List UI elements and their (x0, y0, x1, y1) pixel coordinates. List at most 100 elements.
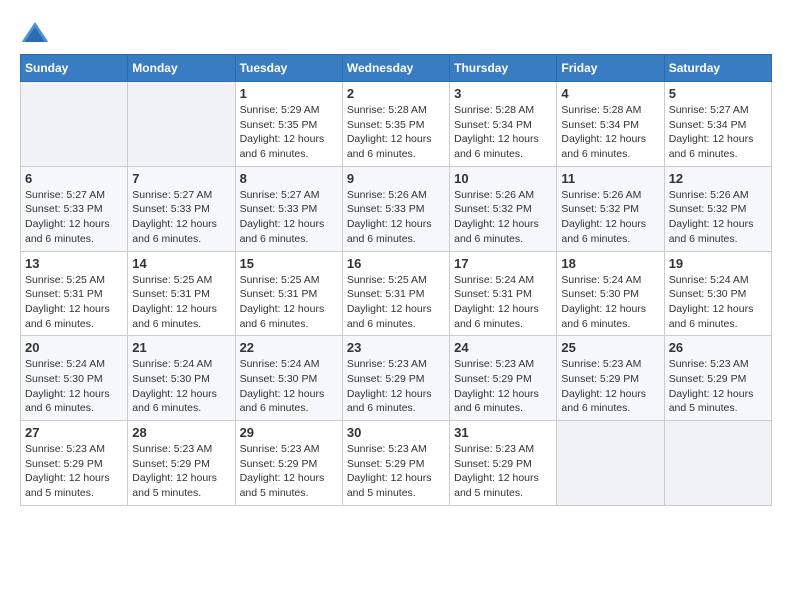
day-info: Sunrise: 5:29 AM Sunset: 5:35 PM Dayligh… (240, 103, 338, 162)
day-info: Sunrise: 5:23 AM Sunset: 5:29 PM Dayligh… (561, 357, 659, 416)
calendar-cell: 28 Sunrise: 5:23 AM Sunset: 5:29 PM Dayli… (128, 421, 235, 506)
day-info: Sunrise: 5:26 AM Sunset: 5:32 PM Dayligh… (561, 188, 659, 247)
calendar-cell: 7 Sunrise: 5:27 AM Sunset: 5:33 PM Daylig… (128, 166, 235, 251)
day-info: Sunrise: 5:26 AM Sunset: 5:32 PM Dayligh… (669, 188, 767, 247)
calendar-cell: 6 Sunrise: 5:27 AM Sunset: 5:33 PM Daylig… (21, 166, 128, 251)
day-number: 16 (347, 256, 445, 271)
calendar-cell: 8 Sunrise: 5:27 AM Sunset: 5:33 PM Daylig… (235, 166, 342, 251)
calendar-cell: 16 Sunrise: 5:25 AM Sunset: 5:31 PM Dayli… (342, 251, 449, 336)
day-number: 22 (240, 340, 338, 355)
day-info: Sunrise: 5:26 AM Sunset: 5:33 PM Dayligh… (347, 188, 445, 247)
day-number: 15 (240, 256, 338, 271)
day-number: 12 (669, 171, 767, 186)
calendar-cell: 22 Sunrise: 5:24 AM Sunset: 5:30 PM Dayli… (235, 336, 342, 421)
day-number: 3 (454, 86, 552, 101)
day-info: Sunrise: 5:23 AM Sunset: 5:29 PM Dayligh… (347, 442, 445, 501)
day-info: Sunrise: 5:25 AM Sunset: 5:31 PM Dayligh… (132, 273, 230, 332)
day-number: 26 (669, 340, 767, 355)
calendar-cell: 10 Sunrise: 5:26 AM Sunset: 5:32 PM Dayli… (450, 166, 557, 251)
calendar-week-row: 13 Sunrise: 5:25 AM Sunset: 5:31 PM Dayli… (21, 251, 772, 336)
calendar-cell: 25 Sunrise: 5:23 AM Sunset: 5:29 PM Dayli… (557, 336, 664, 421)
day-number: 11 (561, 171, 659, 186)
calendar-cell: 9Sunrise: 5:26 AM Sunset: 5:33 PM Daylig… (342, 166, 449, 251)
day-info: Sunrise: 5:24 AM Sunset: 5:31 PM Dayligh… (454, 273, 552, 332)
day-info: Sunrise: 5:24 AM Sunset: 5:30 PM Dayligh… (132, 357, 230, 416)
day-info: Sunrise: 5:23 AM Sunset: 5:29 PM Dayligh… (454, 442, 552, 501)
calendar-week-row: 20 Sunrise: 5:24 AM Sunset: 5:30 PM Dayli… (21, 336, 772, 421)
day-info: Sunrise: 5:23 AM Sunset: 5:29 PM Dayligh… (347, 357, 445, 416)
calendar-cell: 15 Sunrise: 5:25 AM Sunset: 5:31 PM Dayli… (235, 251, 342, 336)
day-number: 21 (132, 340, 230, 355)
day-number: 6 (25, 171, 123, 186)
weekday-header: Tuesday (235, 55, 342, 82)
weekday-header: Thursday (450, 55, 557, 82)
day-info: Sunrise: 5:23 AM Sunset: 5:29 PM Dayligh… (454, 357, 552, 416)
day-info: Sunrise: 5:24 AM Sunset: 5:30 PM Dayligh… (240, 357, 338, 416)
day-number: 17 (454, 256, 552, 271)
day-number: 7 (132, 171, 230, 186)
logo (20, 20, 54, 44)
calendar-week-row: 6 Sunrise: 5:27 AM Sunset: 5:33 PM Daylig… (21, 166, 772, 251)
calendar-cell: 12 Sunrise: 5:26 AM Sunset: 5:32 PM Dayli… (664, 166, 771, 251)
day-info: Sunrise: 5:24 AM Sunset: 5:30 PM Dayligh… (669, 273, 767, 332)
calendar-cell (21, 82, 128, 167)
calendar-cell: 24 Sunrise: 5:23 AM Sunset: 5:29 PM Dayli… (450, 336, 557, 421)
day-info: Sunrise: 5:27 AM Sunset: 5:34 PM Dayligh… (669, 103, 767, 162)
weekday-header: Wednesday (342, 55, 449, 82)
calendar-cell: 21 Sunrise: 5:24 AM Sunset: 5:30 PM Dayli… (128, 336, 235, 421)
calendar-cell: 17 Sunrise: 5:24 AM Sunset: 5:31 PM Dayli… (450, 251, 557, 336)
calendar-cell (557, 421, 664, 506)
day-info: Sunrise: 5:27 AM Sunset: 5:33 PM Dayligh… (132, 188, 230, 247)
day-info: Sunrise: 5:28 AM Sunset: 5:35 PM Dayligh… (347, 103, 445, 162)
day-info: Sunrise: 5:23 AM Sunset: 5:29 PM Dayligh… (669, 357, 767, 416)
day-info: Sunrise: 5:25 AM Sunset: 5:31 PM Dayligh… (347, 273, 445, 332)
day-info: Sunrise: 5:24 AM Sunset: 5:30 PM Dayligh… (25, 357, 123, 416)
calendar-cell: 29 Sunrise: 5:23 AM Sunset: 5:29 PM Dayli… (235, 421, 342, 506)
day-number: 14 (132, 256, 230, 271)
day-number: 1 (240, 86, 338, 101)
day-info: Sunrise: 5:23 AM Sunset: 5:29 PM Dayligh… (132, 442, 230, 501)
calendar-cell (128, 82, 235, 167)
day-info: Sunrise: 5:23 AM Sunset: 5:29 PM Dayligh… (25, 442, 123, 501)
day-number: 4 (561, 86, 659, 101)
day-info: Sunrise: 5:26 AM Sunset: 5:32 PM Dayligh… (454, 188, 552, 247)
calendar-cell: 26 Sunrise: 5:23 AM Sunset: 5:29 PM Dayli… (664, 336, 771, 421)
day-number: 24 (454, 340, 552, 355)
day-number: 8 (240, 171, 338, 186)
page-header (20, 20, 772, 44)
day-number: 29 (240, 425, 338, 440)
day-number: 28 (132, 425, 230, 440)
calendar-cell: 13Sunrise: 5:25 AM Sunset: 5:31 PM Dayli… (21, 251, 128, 336)
calendar-cell: 11 Sunrise: 5:26 AM Sunset: 5:32 PM Dayli… (557, 166, 664, 251)
day-info: Sunrise: 5:28 AM Sunset: 5:34 PM Dayligh… (561, 103, 659, 162)
day-number: 25 (561, 340, 659, 355)
day-number: 2 (347, 86, 445, 101)
calendar-cell: 14 Sunrise: 5:25 AM Sunset: 5:31 PM Dayli… (128, 251, 235, 336)
calendar-cell: 3 Sunrise: 5:28 AM Sunset: 5:34 PM Daylig… (450, 82, 557, 167)
day-info: Sunrise: 5:27 AM Sunset: 5:33 PM Dayligh… (240, 188, 338, 247)
calendar-cell: 27Sunrise: 5:23 AM Sunset: 5:29 PM Dayli… (21, 421, 128, 506)
calendar-cell: 23 Sunrise: 5:23 AM Sunset: 5:29 PM Dayli… (342, 336, 449, 421)
day-number: 30 (347, 425, 445, 440)
weekday-header: Friday (557, 55, 664, 82)
day-number: 23 (347, 340, 445, 355)
calendar-cell: 2 Sunrise: 5:28 AM Sunset: 5:35 PM Daylig… (342, 82, 449, 167)
calendar-cell: 19Sunrise: 5:24 AM Sunset: 5:30 PM Dayli… (664, 251, 771, 336)
calendar-cell: 20 Sunrise: 5:24 AM Sunset: 5:30 PM Dayli… (21, 336, 128, 421)
day-number: 31 (454, 425, 552, 440)
day-info: Sunrise: 5:27 AM Sunset: 5:33 PM Dayligh… (25, 188, 123, 247)
calendar-cell: 31 Sunrise: 5:23 AM Sunset: 5:29 PM Dayli… (450, 421, 557, 506)
day-info: Sunrise: 5:28 AM Sunset: 5:34 PM Dayligh… (454, 103, 552, 162)
calendar-week-row: 1 Sunrise: 5:29 AM Sunset: 5:35 PM Daylig… (21, 82, 772, 167)
calendar-table: SundayMondayTuesdayWednesdayThursdayFrid… (20, 54, 772, 506)
day-info: Sunrise: 5:23 AM Sunset: 5:29 PM Dayligh… (240, 442, 338, 501)
day-number: 20 (25, 340, 123, 355)
calendar-cell (664, 421, 771, 506)
day-number: 10 (454, 171, 552, 186)
day-info: Sunrise: 5:25 AM Sunset: 5:31 PM Dayligh… (240, 273, 338, 332)
calendar-cell: 5 Sunrise: 5:27 AM Sunset: 5:34 PM Daylig… (664, 82, 771, 167)
day-number: 13 (25, 256, 123, 271)
calendar-cell: 4 Sunrise: 5:28 AM Sunset: 5:34 PM Daylig… (557, 82, 664, 167)
day-number: 5 (669, 86, 767, 101)
weekday-header: Sunday (21, 55, 128, 82)
